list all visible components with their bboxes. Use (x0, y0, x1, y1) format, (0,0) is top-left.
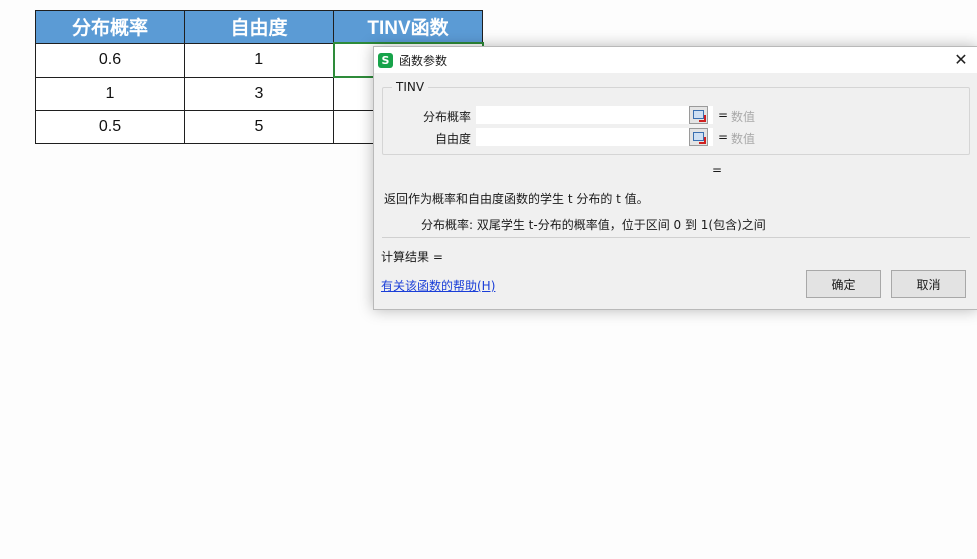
dialog-titlebar[interactable]: S 函数参数 ✕ (374, 47, 977, 73)
header-row: 分布概率 自由度 TINV函数 (35, 10, 483, 44)
cell-probability[interactable]: 0.6 (35, 42, 185, 78)
arg-label-probability: 分布概率 (422, 110, 471, 124)
degrees-input[interactable] (476, 128, 713, 146)
dialog-title: 函数参数 (399, 54, 448, 68)
cell-probability[interactable]: 1 (35, 76, 185, 111)
header-cell-degrees[interactable]: 自由度 (184, 10, 334, 44)
arg-type-hint: 数值 (731, 132, 756, 146)
cell-reference-icon[interactable] (689, 128, 708, 146)
calculation-result: 计算结果 = (381, 250, 443, 264)
ok-button[interactable]: 确定 (806, 270, 881, 298)
cell-degrees[interactable]: 5 (184, 110, 334, 144)
function-name-label: TINV (392, 80, 429, 94)
arg-equals: = (718, 130, 729, 144)
header-cell-tinv[interactable]: TINV函数 (333, 10, 483, 44)
app-icon-letter: S (381, 54, 390, 67)
arg-label-degrees: 自由度 (434, 132, 471, 146)
cell-degrees[interactable]: 3 (184, 76, 334, 111)
cell-degrees[interactable]: 1 (184, 42, 334, 78)
header-cell-probability[interactable]: 分布概率 (35, 10, 185, 44)
function-result-equals: = (712, 163, 723, 177)
wps-app-icon: S (378, 53, 393, 68)
close-icon[interactable]: ✕ (949, 49, 973, 71)
function-help-link[interactable]: 有关该函数的帮助(H) (381, 277, 495, 294)
function-arguments-dialog: S 函数参数 ✕ TINV 分布概率 = 数值 自由度 = 数值 = 返回作为概… (373, 46, 977, 310)
parameter-description: 分布概率: 双尾学生 t-分布的概率值，位于区间 0 到 1(包含)之间 (421, 218, 766, 232)
arg-type-hint: 数值 (731, 110, 756, 124)
cancel-button[interactable]: 取消 (891, 270, 966, 298)
cell-probability[interactable]: 0.5 (35, 110, 185, 144)
probability-input[interactable] (476, 106, 713, 124)
divider (382, 237, 970, 238)
arg-equals: = (718, 108, 729, 122)
cell-reference-icon[interactable] (689, 106, 708, 124)
function-description: 返回作为概率和自由度函数的学生 t 分布的 t 值。 (384, 192, 649, 206)
